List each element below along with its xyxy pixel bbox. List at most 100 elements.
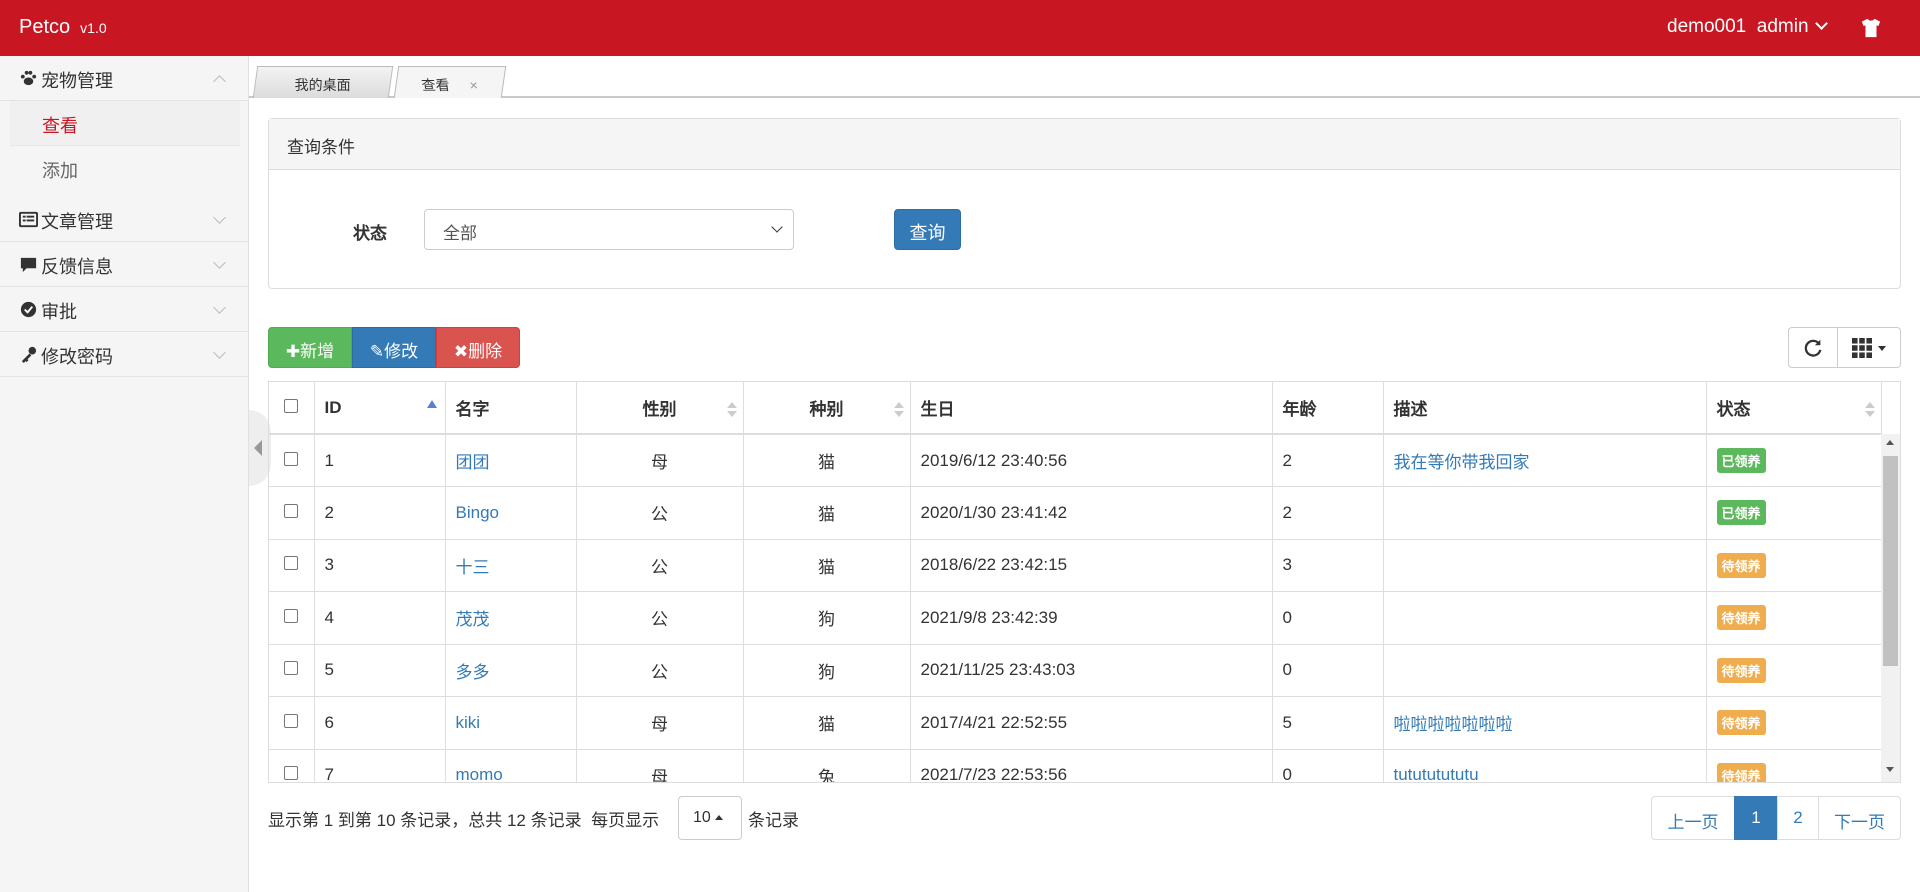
cell-birthday: 2018/6/22 23:42:15 [910,539,1273,592]
cell-status: 待领养 [1706,591,1882,645]
per-page-suffix: 条记录 [748,811,799,830]
tab-bar: 我的桌面 查看 × [249,56,1920,98]
tab-label: 查看 [420,77,451,93]
cell-birthday: 2017/4/21 22:52:55 [910,696,1273,750]
select-all-cell [269,382,315,435]
columns-button[interactable] [1837,327,1901,368]
edit-label: 修改 [384,342,419,361]
cell-status: 已领养 [1706,434,1882,487]
sidebar-group-password[interactable]: 修改密码 [0,332,249,377]
sort-asc-icon [426,400,437,408]
header-status[interactable]: 状态 [1706,382,1882,435]
table-row[interactable]: 5 多多 公狗 2021/11/25 23:43:03 0 待领养 [269,644,1882,697]
row-select-cell [269,696,315,750]
scroll-thumb[interactable] [1883,456,1898,666]
tab-desktop[interactable]: 我的桌面 [252,66,394,98]
row-checkbox[interactable] [284,556,298,571]
table-row[interactable]: 3 十三公猫 2018/6/22 23:42:15 3 待领养 [269,539,1882,592]
pet-table: ID 名字 性别 种别 生日 年龄 描述 状态 1 团团母猫 2019/6/12 2… [268,381,1901,783]
row-checkbox[interactable] [284,766,298,781]
tab-view[interactable]: 查看 × [393,66,507,98]
tab-label: 我的桌面 [294,77,351,93]
per-page-prefix: 每页显示 [591,811,660,830]
pet-name-link[interactable]: kiki [456,713,481,732]
pet-name-link[interactable]: 茂茂 [456,610,490,629]
status-badge: 已领养 [1716,500,1766,526]
pet-name-link[interactable]: 多多 [456,663,490,682]
cell-name: kiki [445,696,577,750]
header-label: 年龄 [1282,400,1317,419]
edit-button[interactable]: ✎修改 [352,327,436,368]
add-button[interactable]: ✚新增 [268,327,352,368]
user-menu[interactable]: demo001 admin [1667,16,1828,38]
select-all-checkbox[interactable] [284,398,298,413]
delete-button[interactable]: ✖删除 [436,327,520,368]
header-label: 名字 [455,400,490,419]
table-scrollbar[interactable] [1881,434,1900,782]
table-body: 1 团团母猫 2019/6/12 23:40:56 2 我在等你带我回家 已领养 2 Bing… [269,434,1882,782]
status-select[interactable]: 全部 [424,209,794,250]
cell-kind: 狗 [743,644,911,697]
table-row[interactable]: 4 茂茂 公狗 2021/9/8 23:42:39 0 待领养 [269,591,1882,645]
grid-icon [1852,338,1872,358]
sidebar-group-articles[interactable]: 文章管理 [0,197,249,242]
delete-label: 删除 [468,342,503,361]
sidebar-group-pets[interactable]: 宠物管理 [0,56,249,101]
cell-age: 2 [1272,486,1384,540]
account-name: demo001 [1667,16,1747,37]
pet-name-link[interactable]: 团团 [456,453,490,472]
pet-name-link[interactable]: 十三 [456,558,490,577]
row-checkbox[interactable] [284,608,298,623]
refresh-button[interactable] [1788,327,1838,368]
header-label: 性别 [642,400,677,419]
sidebar-group-feedback[interactable]: 反馈信息 [0,242,249,287]
row-select-cell [269,486,315,540]
row-checkbox[interactable] [284,661,298,676]
row-checkbox[interactable] [284,451,298,466]
cell-kind: 兔 [743,749,911,782]
pet-name-link[interactable]: momo [456,765,503,782]
header-kind[interactable]: 种别 [743,382,911,435]
cell-name: 多多 [445,644,577,697]
table-row[interactable]: 7 momo 母兔 2021/7/23 22:53:56 0 tutututututu 待领… [269,749,1882,782]
pet-name-link[interactable]: Bingo [456,503,499,522]
row-checkbox[interactable] [284,503,298,518]
pencil-icon: ✎ [369,342,385,361]
row-checkbox[interactable] [284,713,298,728]
header-sex[interactable]: 性别 [576,382,744,435]
desc-link[interactable]: 啦啦啦啦啦啦啦 [1394,715,1513,734]
next-page-button[interactable]: 下一页 [1818,796,1901,840]
header-id[interactable]: ID [314,382,446,435]
header-label: 描述 [1393,400,1428,419]
page-size-value: 10 [693,809,711,826]
row-select-cell [269,749,315,782]
chevron-up-icon [213,75,226,88]
cell-id: 2 [314,486,446,540]
page-button-1[interactable]: 1 [1734,796,1778,840]
cell-birthday: 2021/9/8 23:42:39 [910,591,1273,645]
table-row[interactable]: 2 Bingo 公猫 2020/1/30 23:41:42 2 已领养 [269,486,1882,540]
close-icon[interactable]: × [468,77,478,93]
sidebar-group-approval[interactable]: 审批 [0,287,249,332]
desc-link[interactable]: 我在等你带我回家 [1394,453,1530,472]
table-row[interactable]: 6 kiki 母猫 2017/4/21 22:52:55 5 啦啦啦啦啦啦啦 待领养 [269,696,1882,750]
table-row[interactable]: 1 团团 母猫 2019/6/12 23:40:56 2 我在等你带我回家 已领养 [269,434,1882,487]
query-button[interactable]: 查询 [894,209,961,250]
status-badge: 待领养 [1716,762,1766,782]
cell-name: Bingo [445,486,577,540]
prev-page-button[interactable]: 上一页 [1651,796,1735,840]
scroll-up-icon[interactable] [1886,440,1894,445]
cell-sex: 母 [576,696,744,750]
sidebar-item-add[interactable]: 添加 [10,146,240,191]
scroll-down-icon[interactable] [1886,767,1894,772]
query-panel: 查询条件 状态 全部 查询 [268,118,1901,289]
page-size-dropdown[interactable]: 10 [678,796,742,840]
cell-status: 待领养 [1706,644,1882,697]
role-name: admin [1756,16,1809,37]
brand[interactable]: Petco v1.0 [19,16,107,39]
tshirt-icon[interactable] [1860,17,1882,39]
sidebar-item-view[interactable]: 查看 [10,101,240,146]
desc-link[interactable]: tutututututu [1394,765,1479,782]
page-button-2[interactable]: 2 [1777,796,1819,840]
caret-up-icon [714,815,723,820]
